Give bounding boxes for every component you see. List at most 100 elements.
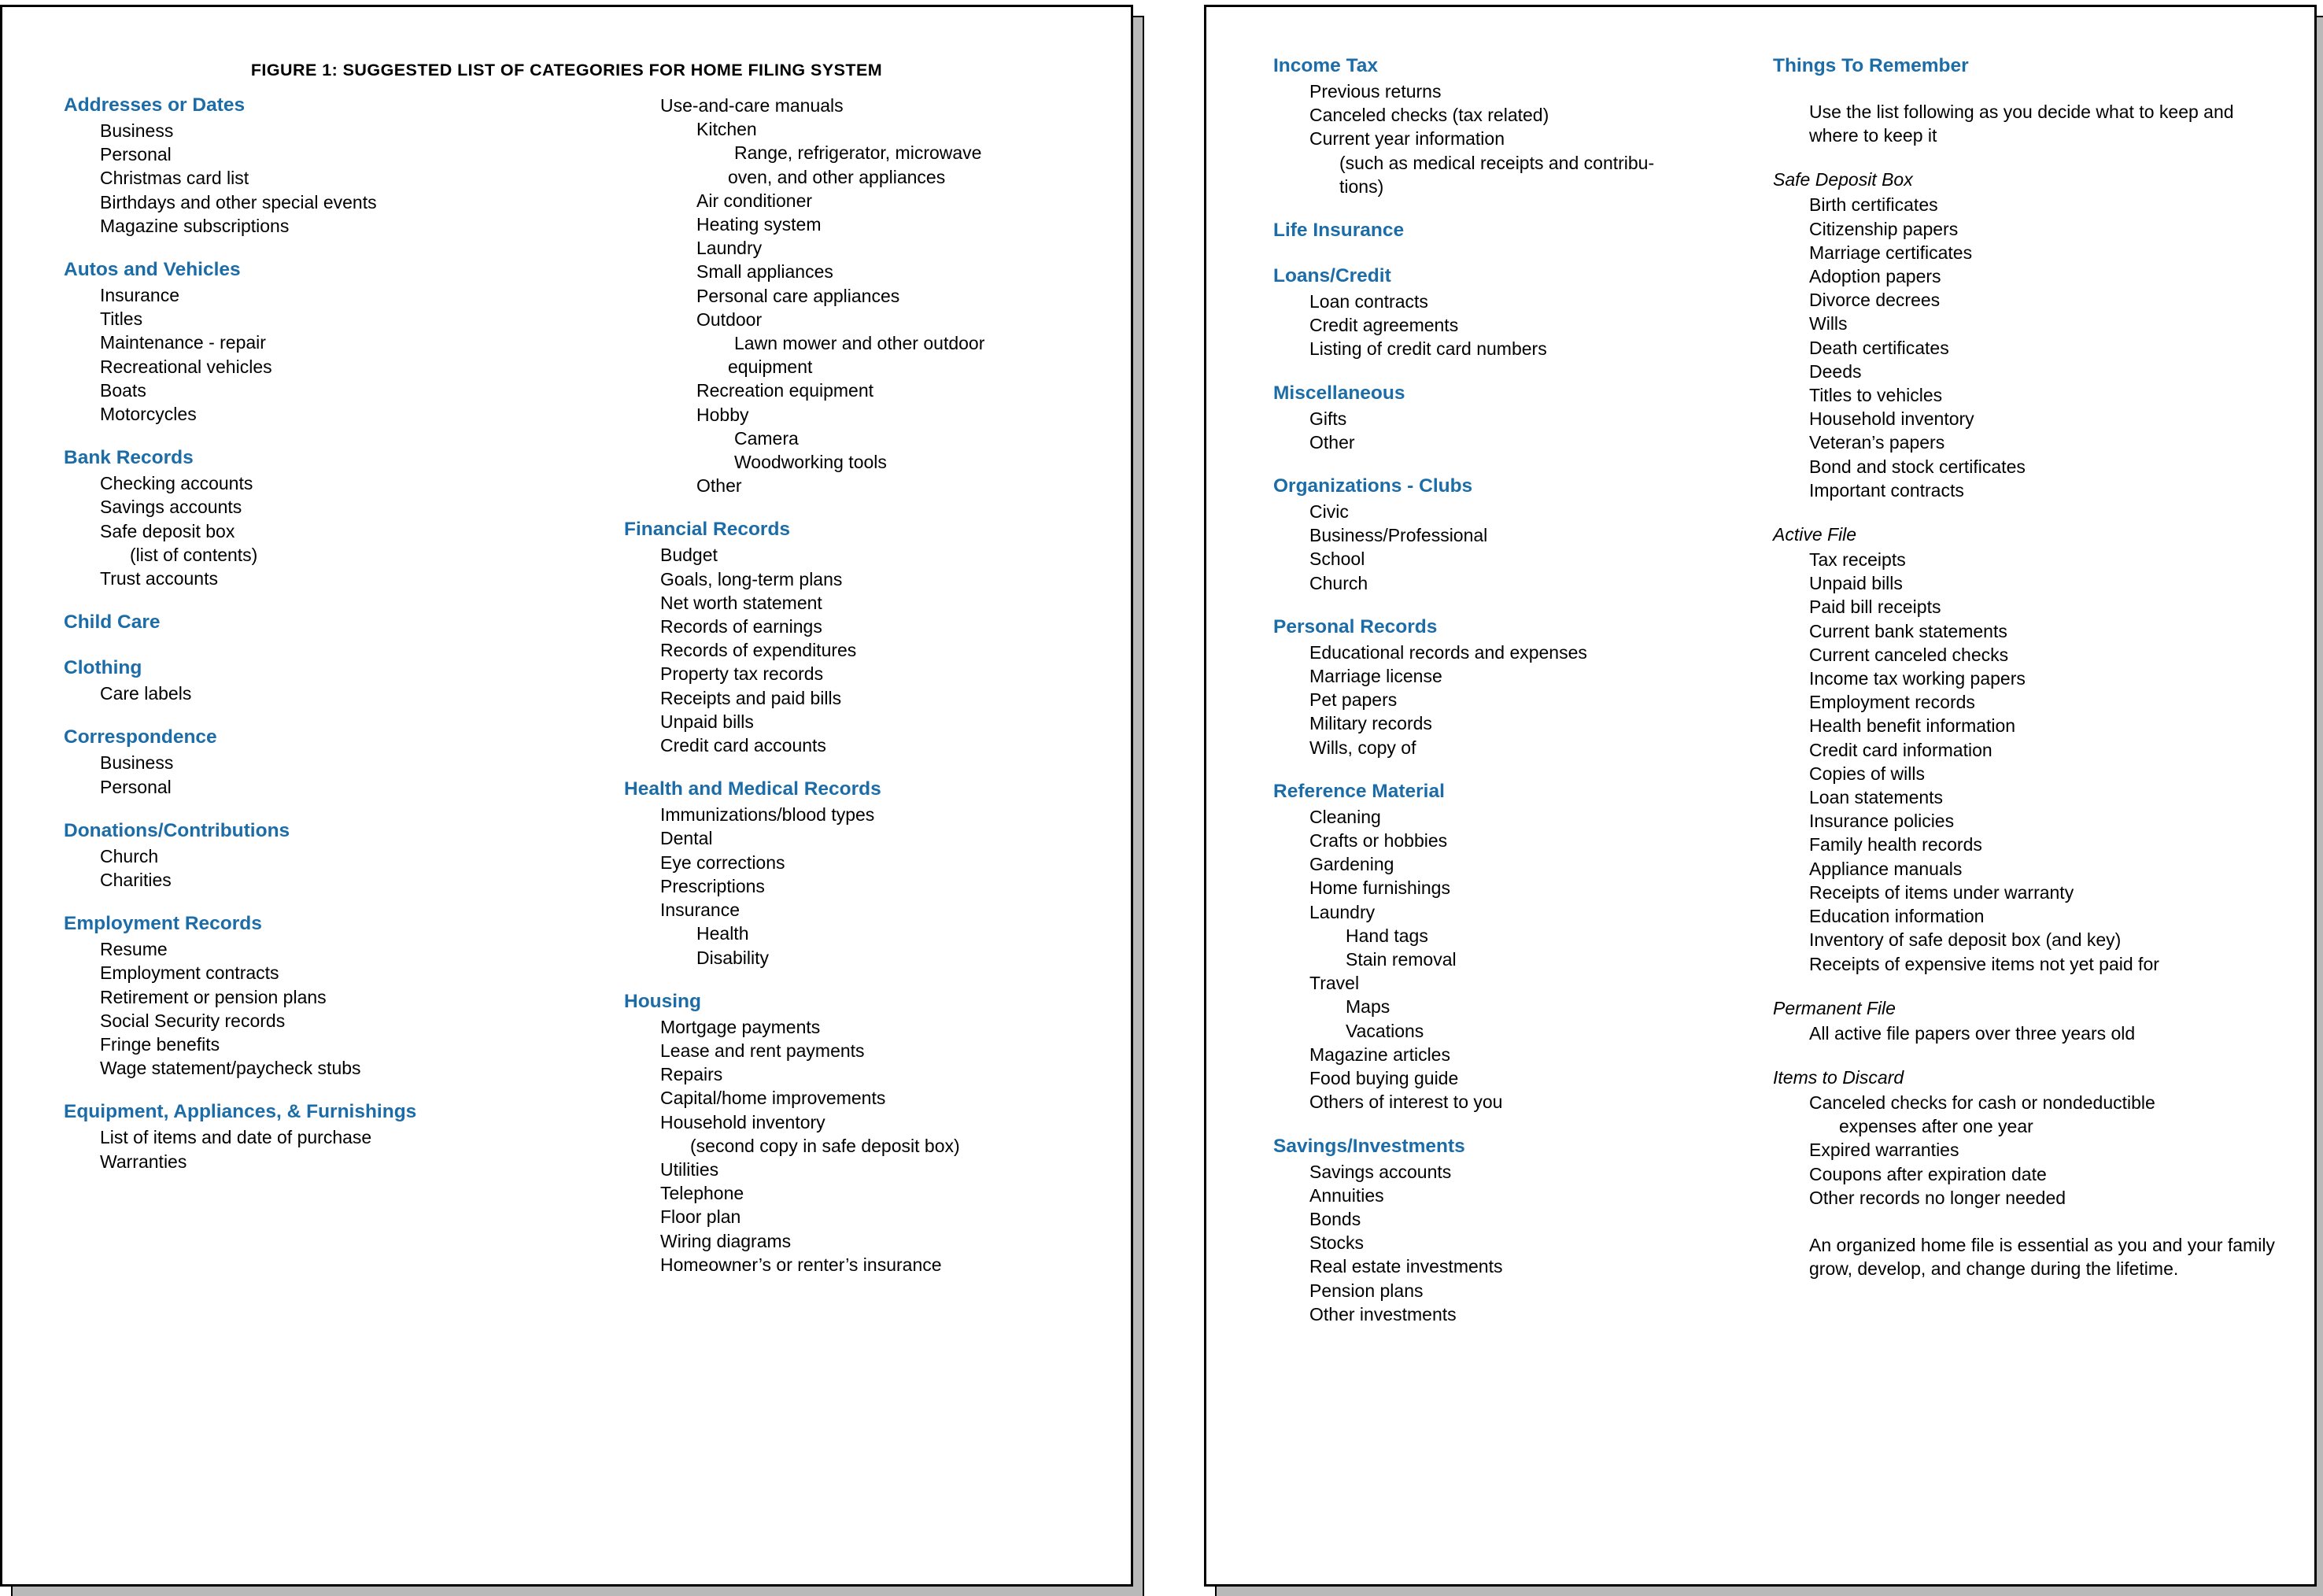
list-item-homeowner-s-or-renter-s-insurance: Homeowner’s or renter’s insurance [660,1254,942,1275]
list-item-eye-corrections: Eye corrections [660,852,785,873]
section-heading-child-care: Child Care [64,611,161,634]
list-item-checking-accounts: Checking accounts [100,473,253,494]
list-item-social-security-records: Social Security records [100,1010,286,1031]
list-item-insurance: Insurance [660,900,740,921]
list-item-marriage-license: Marriage license [1309,666,1442,687]
list-item-current-canceled-checks: Current canceled checks [1809,644,2009,665]
list-item-use-and-care-manuals: Use-and-care manuals [660,95,844,116]
list-item-stocks: Stocks [1309,1232,1365,1254]
page-2-content: Income Tax Previous returns Canceled check… [1206,7,2314,1584]
list-item-travel: Travel [1309,973,1360,994]
list-item-family-health-records: Family health records [1809,834,1982,855]
section-health-and-medical-records: Health and Medical Records Immunizations/… [624,778,1080,969]
section-continued: Use-and-care manuals Kitchen Range, refrig… [624,94,1080,497]
section-heading-donations-contributions: Donations/Contributions [64,819,290,841]
list-item-boats: Boats [100,379,146,401]
list-item-expired-warranties: Expired warranties [1809,1140,1959,1161]
list-item-telephone: Telephone [660,1183,744,1204]
list-item-deeds: Deeds [1809,360,1862,382]
list-item-credit-card-information: Credit card information [1809,739,1992,760]
list-item-canceled-checks-for-cash-or-nondeductible: Canceled checks for cash or nondeductibl… [1809,1092,2155,1113]
section-heading-savings-investments: Savings/Investments [1273,1135,1465,1157]
list-item-lease-and-rent-payments: Lease and rent payments [660,1040,865,1061]
page-2-column-2: Things To Remember Use the list following… [1773,54,2277,1280]
list-item-current-year-information: Current year information [1309,128,1505,150]
list-item-recreational-vehicles: Recreational vehicles [100,356,272,377]
list-item-fringe-benefits: Fringe benefits [100,1034,220,1055]
section-heading-organizations-clubs: Organizations - Clubs [1273,475,1473,497]
list-item-capital-home-improvements: Capital/home improvements [660,1088,886,1109]
list-item-records-of-earnings: Records of earnings [660,616,822,637]
list-item-retirement-or-pension-plans: Retirement or pension plans [100,986,327,1007]
list-item-hobby: Hobby [696,404,749,425]
section-equipment-appliances-furnishings: Equipment, Appliances, & Furnishings List… [64,1100,416,1173]
group-subheading-active-file: Active File [1773,524,1857,545]
section-clothing: Clothing Care labels [64,656,371,705]
page-1-column-2: Use-and-care manuals Kitchen Range, refrig… [624,94,1080,1276]
list-item-household-inventory: Household inventory [660,1111,825,1132]
list-item-civic: Civic [1309,501,1349,523]
section-correspondence: Correspondence Business Personal [64,726,371,798]
section-savings-investments: Savings/Investments Savings accounts Annui… [1273,1135,1722,1326]
list-item-equipment: equipment [728,357,813,378]
list-item-tax-receipts: Tax receipts [1809,549,1906,571]
list-item-personal-care-appliances: Personal care appliances [696,285,900,306]
list-item-laundry: Laundry [1309,901,1376,922]
list-item-business: Business [100,752,174,774]
list-item-employment-contracts: Employment contracts [100,962,279,984]
list-item-real-estate-investments: Real estate investments [1309,1256,1503,1277]
list-item-property-tax-records: Property tax records [660,663,824,685]
list-item-resume: Resume [100,939,168,960]
list-item-credit-agreements: Credit agreements [1309,315,1459,336]
list-item-food-buying-guide: Food buying guide [1309,1068,1459,1089]
group-subheading-items-to-discard: Items to Discard [1773,1066,1904,1088]
list-item-church: Church [100,845,159,866]
list-item-adoption-papers: Adoption papers [1809,266,1941,287]
list-item-important-contracts: Important contracts [1809,479,1964,501]
list-item-utilities: Utilities [660,1158,719,1180]
list-item-small-appliances: Small appliances [696,261,833,283]
list-item-cleaning: Cleaning [1309,806,1381,827]
list-item-second-copy-in-safe-deposit-box: (second copy in safe deposit box) [690,1135,960,1156]
section-miscellaneous: Miscellaneous Gifts Other [1273,382,1722,454]
list-item-church: Church [1309,572,1368,593]
list-item-listing-of-credit-card-numbers: Listing of credit card numbers [1309,338,1547,360]
section-loans-credit: Loans/Credit Loan contracts Credit agreeme… [1273,264,1722,361]
list-item-recreation-equipment: Recreation equipment [696,380,874,401]
list-item-military-records: Military records [1309,713,1432,734]
section-heading-correspondence: Correspondence [64,726,217,748]
closing-paragraph: An organized home file is essential as y… [1809,1234,2275,1280]
list-item-wiring-diagrams: Wiring diagrams [660,1230,792,1251]
list-item-trust-accounts: Trust accounts [100,568,218,589]
section-heading-financial-records: Financial Records [624,519,791,541]
list-item-records-of-expenditures: Records of expenditures [660,640,857,661]
list-item-canceled-checks-tax-related: Canceled checks (tax related) [1309,105,1549,126]
document-canvas: FIGURE 1: SUGGESTED LIST OF CATEGORIES F… [0,0,2323,1596]
section-financial-records: Financial Records Budget Goals, long-term … [624,518,1080,757]
list-item-christmas-card-list: Christmas card list [100,168,249,189]
section-autos-and-vehicles: Autos and Vehicles Insurance Titles Mainten… [64,258,371,426]
list-item-citizenship-papers: Citizenship papers [1809,218,1959,239]
list-item-bonds: Bonds [1309,1208,1361,1229]
list-item-expenses-after-one-year: expenses after one year [1839,1116,2033,1137]
list-item-stain-removal: Stain removal [1346,949,1457,970]
list-item-mortgage-payments: Mortgage payments [660,1016,821,1037]
list-item-business-professional: Business/Professional [1309,525,1488,546]
list-item-motorcycles: Motorcycles [100,404,197,425]
list-item-titles: Titles [100,308,143,330]
section-child-care: Child Care [64,611,371,634]
section-donations-contributions: Donations/Contributions Church Charities [64,819,371,892]
section-life-insurance: Life Insurance [1273,219,1722,242]
